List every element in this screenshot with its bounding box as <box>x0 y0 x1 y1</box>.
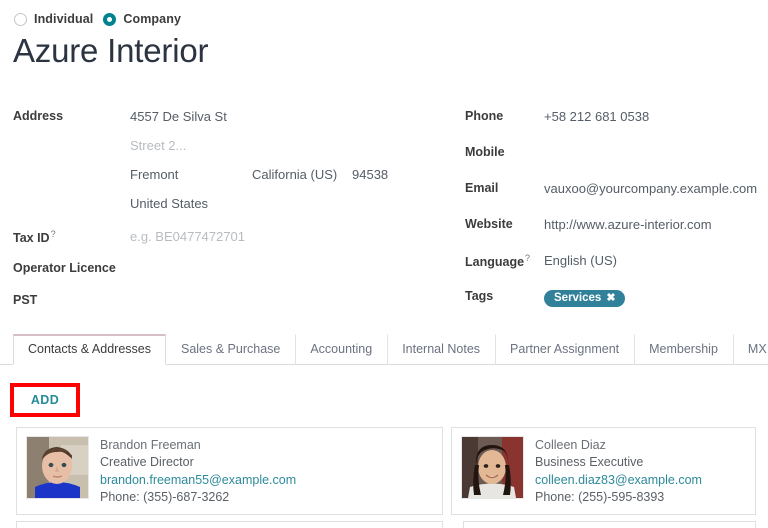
field-value-phone[interactable]: +58 212 681 0538 <box>544 108 649 124</box>
field-value-state[interactable]: California (US) <box>252 166 352 182</box>
radio-option-individual[interactable]: Individual <box>14 12 93 26</box>
field-street2: Street 2... <box>13 137 455 160</box>
field-label-spacer-2 <box>13 166 130 167</box>
page-title[interactable]: Azure Interior <box>0 26 768 71</box>
field-label-spacer-1 <box>13 137 130 138</box>
tag-list: Services ✖ <box>544 288 625 307</box>
contact-card-partial-next[interactable] <box>463 521 756 528</box>
contact-card-column-left: Brandon Freeman Creative Director brando… <box>0 427 443 515</box>
field-value-website[interactable]: http://www.azure-interior.com <box>544 216 712 232</box>
contact-card-list: Brandon Freeman Creative Director brando… <box>0 427 768 515</box>
contact-card-column-right: Colleen Diaz Business Executive colleen.… <box>443 427 768 515</box>
status-badge-services[interactable]: Services ✖ <box>544 290 625 307</box>
contact-card-body: Colleen Diaz Business Executive colleen.… <box>535 436 702 505</box>
contact-role: Business Executive <box>535 454 702 471</box>
tag-label: Services <box>554 292 601 304</box>
field-phone: Phone +58 212 681 0538 <box>465 108 768 131</box>
field-language: Language? English (US) <box>465 252 768 275</box>
help-icon-language[interactable]: ? <box>525 253 530 263</box>
contact-phone: Phone: (355)-687-3262 <box>100 489 296 506</box>
field-operator-licence: Operator Licence <box>13 260 455 283</box>
field-value-email[interactable]: vauxoo@yourcompany.example.com <box>544 180 757 196</box>
contact-card-body: Brandon Freeman Creative Director brando… <box>100 436 296 505</box>
field-label-phone: Phone <box>465 108 544 123</box>
avatar <box>461 436 524 499</box>
contact-role: Creative Director <box>100 454 296 471</box>
avatar <box>26 436 89 499</box>
form-column-left: Address 4557 De Silva St Street 2... Fre… <box>0 108 455 321</box>
field-placeholder-tax-id[interactable]: e.g. BE0477472701 <box>130 228 245 244</box>
radio-option-company[interactable]: Company <box>103 12 181 26</box>
field-tax-id: Tax ID? e.g. BE0477472701 <box>13 228 455 251</box>
field-label-address: Address <box>13 108 130 123</box>
field-mobile: Mobile <box>465 144 768 167</box>
contact-card[interactable]: Brandon Freeman Creative Director brando… <box>16 427 443 515</box>
field-placeholder-street2[interactable]: Street 2... <box>130 137 186 153</box>
field-value-city[interactable]: Fremont <box>130 166 252 182</box>
field-value-language[interactable]: English (US) <box>544 252 617 268</box>
field-label-tax-id: Tax ID? <box>13 228 130 245</box>
tab-bar: Contacts & Addresses Sales & Purchase Ac… <box>0 334 768 365</box>
avatar-photo-female <box>462 437 523 498</box>
help-icon-tax-id[interactable]: ? <box>51 229 56 239</box>
field-label-mobile: Mobile <box>465 144 544 159</box>
radio-label-individual: Individual <box>34 12 93 26</box>
field-pst: PST <box>13 292 455 315</box>
field-address: Address 4557 De Silva St <box>13 108 455 131</box>
field-label-language-text: Language <box>465 255 524 269</box>
contact-name: Brandon Freeman <box>100 437 296 454</box>
field-value-street[interactable]: 4557 De Silva St <box>130 108 227 124</box>
field-label-tax-id-text: Tax ID <box>13 231 50 245</box>
form-column-right: Phone +58 212 681 0538 Mobile Email vaux… <box>455 108 768 321</box>
field-email: Email vauxoo@yourcompany.example.com <box>465 180 768 203</box>
radio-unselected-icon[interactable] <box>14 13 27 26</box>
field-label-spacer-3 <box>13 195 130 196</box>
contact-email[interactable]: colleen.diaz83@example.com <box>535 472 702 489</box>
radio-label-company: Company <box>123 12 181 26</box>
field-value-zip[interactable]: 94538 <box>352 166 412 182</box>
partner-form: Address 4557 De Silva St Street 2... Fre… <box>0 108 768 321</box>
add-button[interactable]: ADD <box>10 383 80 417</box>
tab-internal-notes[interactable]: Internal Notes <box>387 334 495 365</box>
tab-accounting[interactable]: Accounting <box>295 334 387 365</box>
field-website: Website http://www.azure-interior.com <box>465 216 768 239</box>
field-label-tags: Tags <box>465 288 544 303</box>
field-label-email: Email <box>465 180 544 195</box>
field-tags: Tags Services ✖ <box>465 288 768 311</box>
tab-partner-assignment[interactable]: Partner Assignment <box>495 334 634 365</box>
tab-list: Contacts & Addresses Sales & Purchase Ac… <box>0 334 768 365</box>
contact-card[interactable]: Colleen Diaz Business Executive colleen.… <box>451 427 756 515</box>
field-label-language: Language? <box>465 252 544 269</box>
field-label-pst: PST <box>13 292 130 307</box>
contact-card-partial-next[interactable] <box>16 521 443 528</box>
field-label-operator-licence: Operator Licence <box>13 260 130 275</box>
contact-name: Colleen Diaz <box>535 437 702 454</box>
field-city-state-zip: Fremont California (US) 94538 <box>13 166 455 189</box>
contact-email[interactable]: brandon.freeman55@example.com <box>100 472 296 489</box>
close-icon[interactable]: ✖ <box>606 293 615 304</box>
radio-selected-icon[interactable] <box>103 13 116 26</box>
field-country: United States <box>13 195 455 218</box>
tab-mx-edi[interactable]: MX EDI <box>733 334 768 365</box>
contact-phone: Phone: (255)-595-8393 <box>535 489 702 506</box>
contact-form-page: Individual Company Azure Interior Addres… <box>0 0 768 528</box>
field-value-country[interactable]: United States <box>130 195 208 211</box>
avatar-photo-male <box>27 437 88 498</box>
address-line-row: Fremont California (US) 94538 <box>130 166 412 182</box>
tab-membership[interactable]: Membership <box>634 334 733 365</box>
tab-sales-purchase[interactable]: Sales & Purchase <box>166 334 295 365</box>
field-label-website: Website <box>465 216 544 231</box>
record-type-radio-group: Individual Company <box>0 0 768 26</box>
tab-contacts-addresses[interactable]: Contacts & Addresses <box>13 334 166 365</box>
